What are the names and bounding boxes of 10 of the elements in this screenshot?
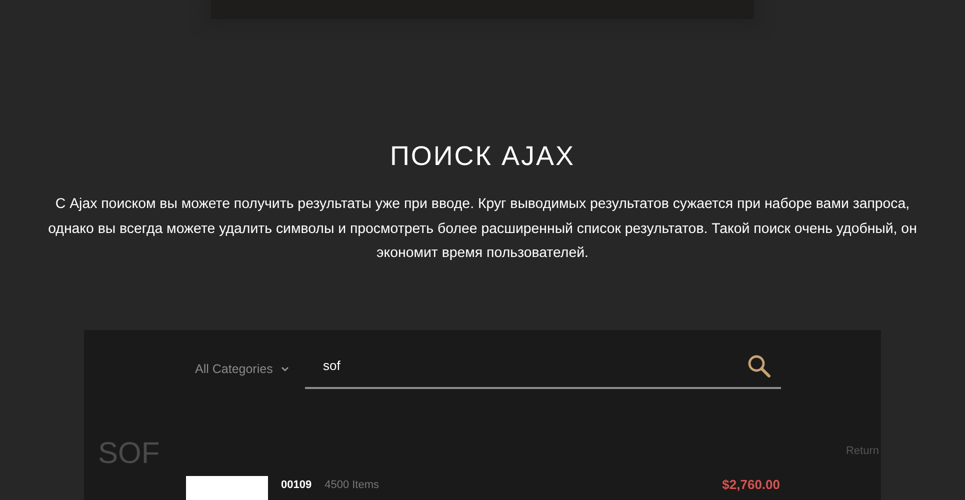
- product-price: $2,760.00: [722, 477, 780, 492]
- search-icon: [747, 354, 771, 378]
- chevron-down-icon: [280, 366, 289, 372]
- section-description: С Ajax поиском вы можете получить результаты уже при вводе. Круг выводимых результатов сужается при наборе вами запроса, однако вы всегда можете удалить символы и просмотреть более расширенный список результатов. Такой поиск очень удобный, он экономит время пользователей.: [47, 195, 918, 263]
- return-text: Return: [846, 444, 879, 456]
- item-count: 4500 Items: [324, 478, 380, 490]
- search-field[interactable]: sof: [305, 350, 781, 388]
- section-title: ПОИСК AJAX: [390, 141, 576, 172]
- category-dropdown[interactable]: All Categories: [195, 350, 305, 388]
- product-code: 00109: [281, 478, 312, 490]
